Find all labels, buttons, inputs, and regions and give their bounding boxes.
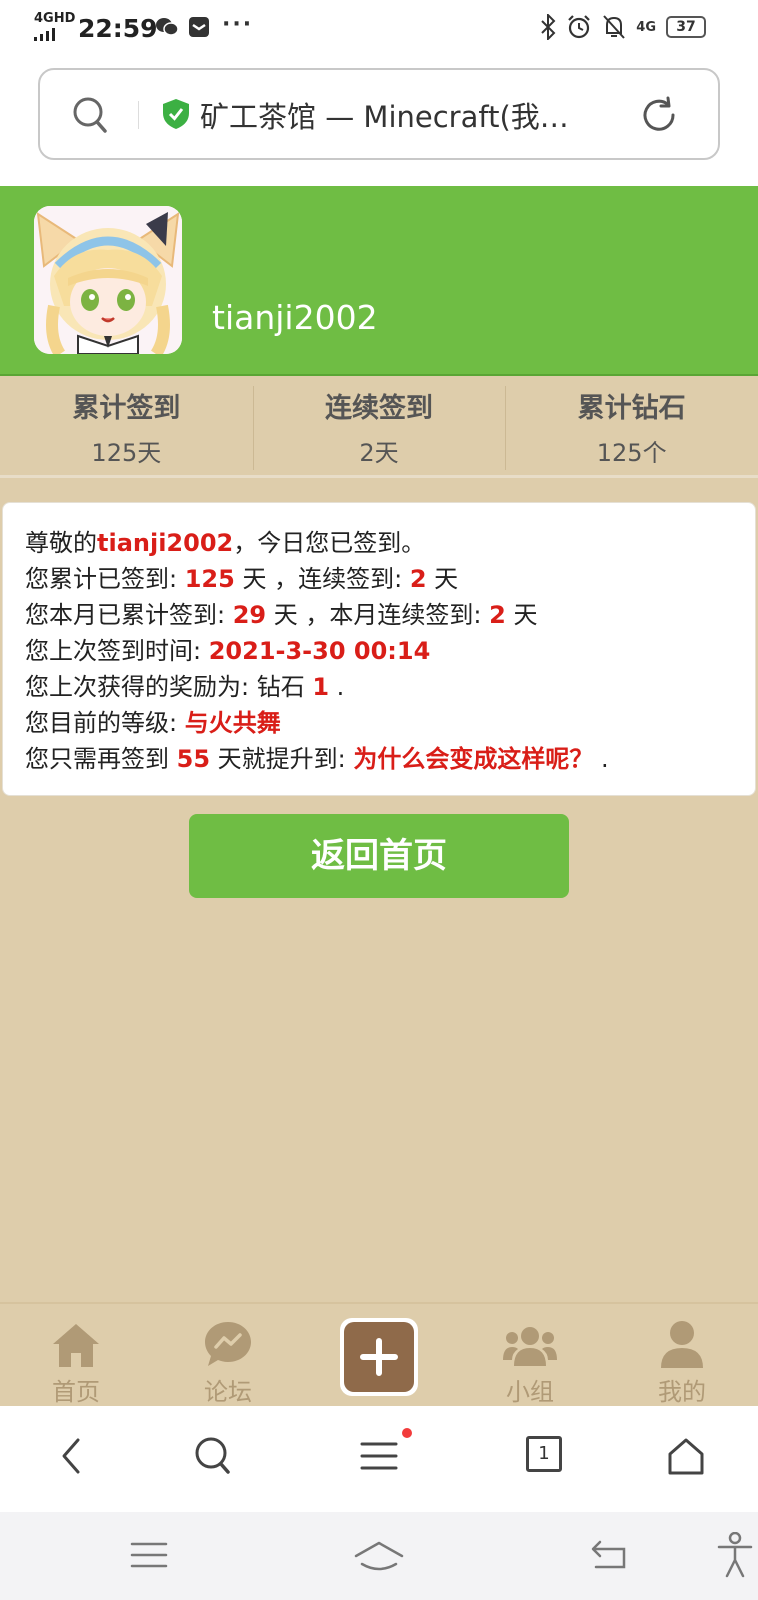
battery-level: 37 — [676, 19, 696, 35]
plus-icon — [360, 1338, 398, 1376]
text: ，今日您已签到。 — [233, 529, 426, 557]
search-icon[interactable] — [194, 1436, 232, 1476]
menu-icon[interactable] — [360, 1436, 398, 1476]
back-icon[interactable] — [58, 1436, 84, 1476]
days-needed: 55 — [176, 745, 211, 773]
month-consecutive-days: 2 — [489, 601, 506, 629]
next-level-line: 您只需再签到 55 天就提升到: 为什么会变成这样呢？ . — [25, 741, 755, 777]
divider — [138, 101, 139, 129]
more-notifications: ··· — [222, 12, 254, 37]
post-button[interactable] — [340, 1318, 418, 1396]
system-navigation-bar — [0, 1512, 758, 1600]
page-url-title[interactable]: 矿工茶馆 — Minecraft(我… — [200, 94, 640, 136]
stat-value: 125个 — [596, 439, 667, 467]
stat-label: 累计钻石 — [577, 393, 686, 424]
bottom-tab-bar: 首页 论坛 小组 我的 — [0, 1302, 758, 1406]
notification-dot — [402, 1428, 412, 1438]
text: 天就提升到: — [210, 745, 354, 773]
username-highlight: tianji2002 — [97, 529, 234, 557]
tab-groups[interactable]: 小组 — [480, 1316, 580, 1407]
search-icon[interactable] — [72, 96, 108, 134]
status-bar: 4GHD 22:59 ··· 4G 37 — [0, 0, 758, 60]
level-line: 您目前的等级: 与火共舞 — [25, 705, 755, 741]
tab-label: 首页 — [52, 1378, 100, 1406]
tab-home[interactable]: 首页 — [26, 1316, 126, 1407]
browser-address-area: 矿工茶馆 — Minecraft(我… — [0, 60, 758, 186]
network-label: 4G — [636, 19, 656, 35]
greeting-line: 尊敬的tianji2002，今日您已签到。 — [25, 525, 755, 561]
total-line: 您累计已签到: 125 天 ，连续签到: 2 天 — [25, 561, 755, 597]
browser-toolbar: 1 — [0, 1406, 758, 1512]
checkin-info-card: 尊敬的tianji2002，今日您已签到。 您累计已签到: 125 天 ，连续签… — [2, 502, 756, 796]
return-home-button[interactable]: 返回首页 — [189, 814, 569, 898]
stat-label: 累计签到 — [72, 393, 181, 424]
clock: 22:59 — [78, 14, 158, 43]
tab-label: 论坛 — [204, 1378, 252, 1406]
secure-shield-icon — [163, 99, 189, 129]
system-home-icon[interactable] — [354, 1540, 404, 1574]
reload-icon[interactable] — [640, 96, 678, 134]
username: tianji2002 — [212, 298, 378, 337]
text: 您上次签到时间: — [25, 637, 209, 665]
group-icon — [503, 1327, 557, 1366]
stat-label: 连续签到 — [325, 393, 433, 424]
avatar-image — [34, 206, 182, 354]
text: . — [329, 673, 345, 701]
chat-bubble-icon — [205, 1322, 251, 1366]
text: 尊敬的 — [25, 529, 97, 557]
system-back-icon[interactable] — [590, 1540, 628, 1570]
text: 天 ，连续签到: — [234, 565, 410, 593]
text: 天 ，本月连续签到: — [266, 601, 490, 629]
stat-value: 125天 — [91, 439, 162, 467]
reward-line: 您上次获得的奖励为: 钻石 1 . — [25, 669, 755, 705]
stat-total-checkin: 累计签到 125天 — [0, 376, 253, 475]
tab-forum[interactable]: 论坛 — [178, 1316, 278, 1407]
battery-icon: 37 — [666, 16, 706, 38]
text: 天 — [505, 601, 538, 629]
reward-amount: 1 — [312, 673, 330, 701]
wechat-icon — [156, 18, 178, 36]
month-line: 您本月已累计签到: 29 天 ，本月连续签到: 2 天 — [25, 597, 755, 633]
stat-value: 2天 — [359, 439, 399, 467]
stat-consecutive-checkin: 连续签到 2天 — [252, 376, 506, 475]
tab-label: 小组 — [506, 1378, 554, 1406]
last-time-line: 您上次签到时间: 2021-3-30 00:14 — [25, 633, 755, 669]
total-days: 125 — [184, 565, 235, 593]
tab-label: 我的 — [658, 1378, 706, 1406]
last-checkin-time: 2021-3-30 00:14 — [208, 637, 431, 665]
next-level: 为什么会变成这样呢？ — [353, 745, 594, 773]
address-bar[interactable]: 矿工茶馆 — Minecraft(我… — [38, 68, 720, 160]
accessibility-icon[interactable] — [716, 1532, 754, 1578]
checkin-stats: 累计签到 125天 连续签到 2天 累计钻石 125个 — [0, 376, 758, 478]
signal-icon — [34, 28, 55, 41]
recent-apps-icon[interactable] — [130, 1540, 168, 1570]
stat-total-diamonds: 累计钻石 125个 — [505, 376, 758, 475]
alarm-icon — [568, 15, 591, 39]
text: 天 — [426, 565, 459, 593]
home-icon — [53, 1324, 99, 1367]
text: 您目前的等级: — [25, 709, 185, 737]
text: 您本月已累计签到: — [25, 601, 233, 629]
consecutive-days: 2 — [409, 565, 427, 593]
avatar[interactable] — [34, 206, 182, 354]
tabs-button[interactable]: 1 — [526, 1436, 562, 1472]
text: 您累计已签到: — [25, 565, 185, 593]
text: 您上次获得的奖励为: 钻石 — [25, 673, 313, 701]
text: 您只需再签到 — [25, 745, 177, 773]
current-level: 与火共舞 — [184, 709, 281, 737]
mute-icon — [603, 15, 626, 39]
text: . — [593, 745, 609, 773]
tab-me[interactable]: 我的 — [632, 1316, 732, 1407]
month-days: 29 — [232, 601, 267, 629]
person-icon — [661, 1321, 703, 1368]
profile-header: tianji2002 — [0, 186, 758, 376]
signal-label: 4GHD — [34, 11, 76, 26]
tab-count: 1 — [538, 1443, 550, 1464]
bluetooth-icon — [541, 14, 556, 40]
home-icon[interactable] — [666, 1436, 706, 1476]
inbox-icon — [189, 17, 209, 37]
